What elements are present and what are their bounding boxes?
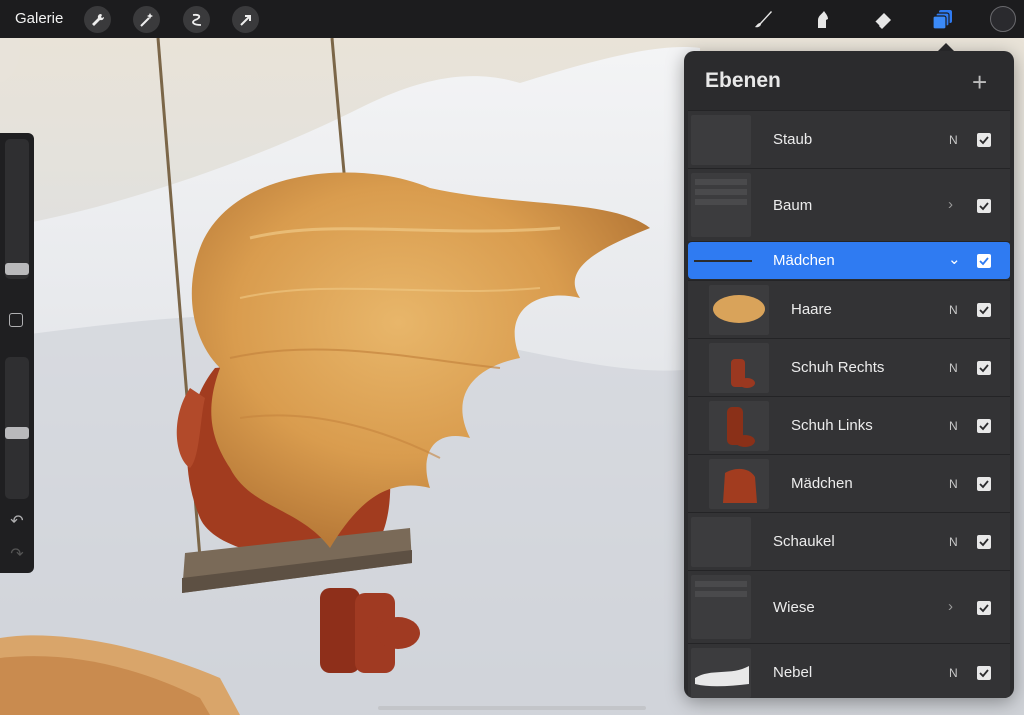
selection-button[interactable] (183, 6, 210, 33)
collapsed-thumbnail (694, 260, 752, 262)
checkmark-icon (979, 306, 989, 315)
checkmark-icon (979, 257, 989, 266)
visibility-checkbox[interactable] (977, 303, 991, 317)
visibility-checkbox[interactable] (977, 419, 991, 433)
layer-group-row-selected[interactable]: Mädchen ⌄ (688, 241, 1010, 279)
fog-thumbnail (695, 666, 749, 687)
layer-name: Haare (791, 301, 832, 318)
transform-arrow-icon (239, 14, 251, 26)
panel-title: Ebenen (705, 69, 781, 92)
checkmark-icon (979, 202, 989, 211)
visibility-checkbox[interactable] (977, 535, 991, 549)
group-preview (695, 581, 747, 597)
visibility-checkbox[interactable] (977, 477, 991, 491)
hair-thumbnail (713, 295, 765, 323)
visibility-checkbox[interactable] (977, 133, 991, 147)
blend-mode-button[interactable]: N (949, 303, 958, 317)
chevron-right-icon[interactable]: › (948, 196, 953, 213)
checkmark-icon (979, 136, 989, 145)
layer-row[interactable]: Mädchen N (688, 454, 1010, 512)
checkmark-icon (979, 422, 989, 431)
add-layer-button[interactable]: + (972, 67, 987, 98)
layer-row[interactable]: Haare N (688, 280, 1010, 338)
brush-size-slider[interactable] (5, 139, 29, 279)
blend-mode-button[interactable]: N (949, 666, 958, 680)
visibility-checkbox[interactable] (977, 254, 991, 268)
layer-name: Nebel (773, 664, 813, 681)
blend-mode-button[interactable]: N (949, 535, 958, 549)
chevron-right-icon[interactable]: › (948, 598, 953, 615)
layer-row[interactable]: Schuh Rechts N (688, 338, 1010, 396)
blend-mode-button[interactable]: N (949, 477, 958, 491)
boot-thumbnail (727, 407, 755, 447)
layer-group-row[interactable]: Wiese › (688, 570, 1010, 643)
smudge-button[interactable] (811, 7, 835, 31)
layer-thumbnail (691, 517, 751, 567)
adjustments-button[interactable] (133, 6, 160, 33)
layers-icon (932, 10, 952, 30)
layer-row[interactable]: Staub N (688, 110, 1010, 168)
home-indicator[interactable] (378, 706, 646, 710)
layers-button[interactable] (931, 7, 955, 31)
layers-panel: Ebenen + Staub N Baum › Mädchen ⌄ Haare … (684, 51, 1014, 698)
redo-icon[interactable]: ↷ (8, 546, 26, 564)
checkmark-icon (979, 604, 989, 613)
layer-name: Baum (773, 197, 813, 214)
layer-name: Staub (773, 131, 813, 148)
undo-icon[interactable]: ↶ (8, 513, 26, 531)
layer-group-row[interactable]: Baum › (688, 168, 1010, 241)
layer-name: Schuh Links (791, 417, 873, 434)
layer-thumbnail (691, 115, 751, 165)
layer-row[interactable]: Schuh Links N (688, 396, 1010, 454)
boot (320, 588, 360, 673)
layer-name: Schaukel (773, 533, 835, 550)
visibility-checkbox[interactable] (977, 666, 991, 680)
layer-name: Mädchen (773, 252, 835, 269)
top-toolbar: Galerie (0, 0, 1024, 38)
visibility-checkbox[interactable] (977, 361, 991, 375)
blend-mode-button[interactable]: N (949, 419, 958, 433)
eraser-button[interactable] (871, 7, 895, 31)
magic-wand-icon (139, 12, 153, 27)
checkmark-icon (979, 480, 989, 489)
brush-icon (755, 11, 772, 28)
gallery-button[interactable]: Galerie (15, 10, 63, 27)
visibility-checkbox[interactable] (977, 199, 991, 213)
smudge-icon (818, 11, 828, 28)
group-preview (695, 179, 747, 205)
layer-thumbnail (709, 459, 769, 509)
slider-thumb[interactable] (5, 427, 29, 439)
layer-name: Schuh Rechts (791, 359, 885, 376)
wrench-icon (91, 13, 104, 26)
left-sidebar: ↶ ↷ (0, 133, 34, 573)
color-picker-button[interactable] (990, 6, 1016, 32)
layer-row[interactable]: Schaukel N (688, 512, 1010, 570)
modify-button[interactable] (9, 313, 23, 327)
chevron-down-icon[interactable]: ⌄ (948, 250, 961, 268)
layer-row[interactable]: Nebel N (688, 643, 1010, 698)
blend-mode-button[interactable]: N (949, 361, 958, 375)
slider-thumb[interactable] (5, 263, 29, 275)
checkmark-icon (979, 538, 989, 547)
actions-button[interactable] (84, 6, 111, 33)
layer-thumbnail (709, 343, 769, 393)
eraser-icon (874, 13, 891, 29)
layer-name: Wiese (773, 599, 815, 616)
group-thumbnail (691, 575, 751, 639)
visibility-checkbox[interactable] (977, 601, 991, 615)
transform-button[interactable] (232, 6, 259, 33)
brush-button[interactable] (751, 7, 775, 31)
checkmark-icon (979, 364, 989, 373)
girl-thumbnail (723, 468, 757, 503)
opacity-slider[interactable] (5, 357, 29, 499)
selection-icon (191, 13, 201, 26)
layer-thumbnail (709, 401, 769, 451)
layer-thumbnail (691, 648, 751, 698)
group-thumbnail (691, 173, 751, 237)
checkmark-icon (979, 669, 989, 678)
layer-thumbnail (709, 285, 769, 335)
boot-thumbnail (731, 359, 755, 388)
layer-name: Mädchen (791, 475, 853, 492)
blend-mode-button[interactable]: N (949, 133, 958, 147)
